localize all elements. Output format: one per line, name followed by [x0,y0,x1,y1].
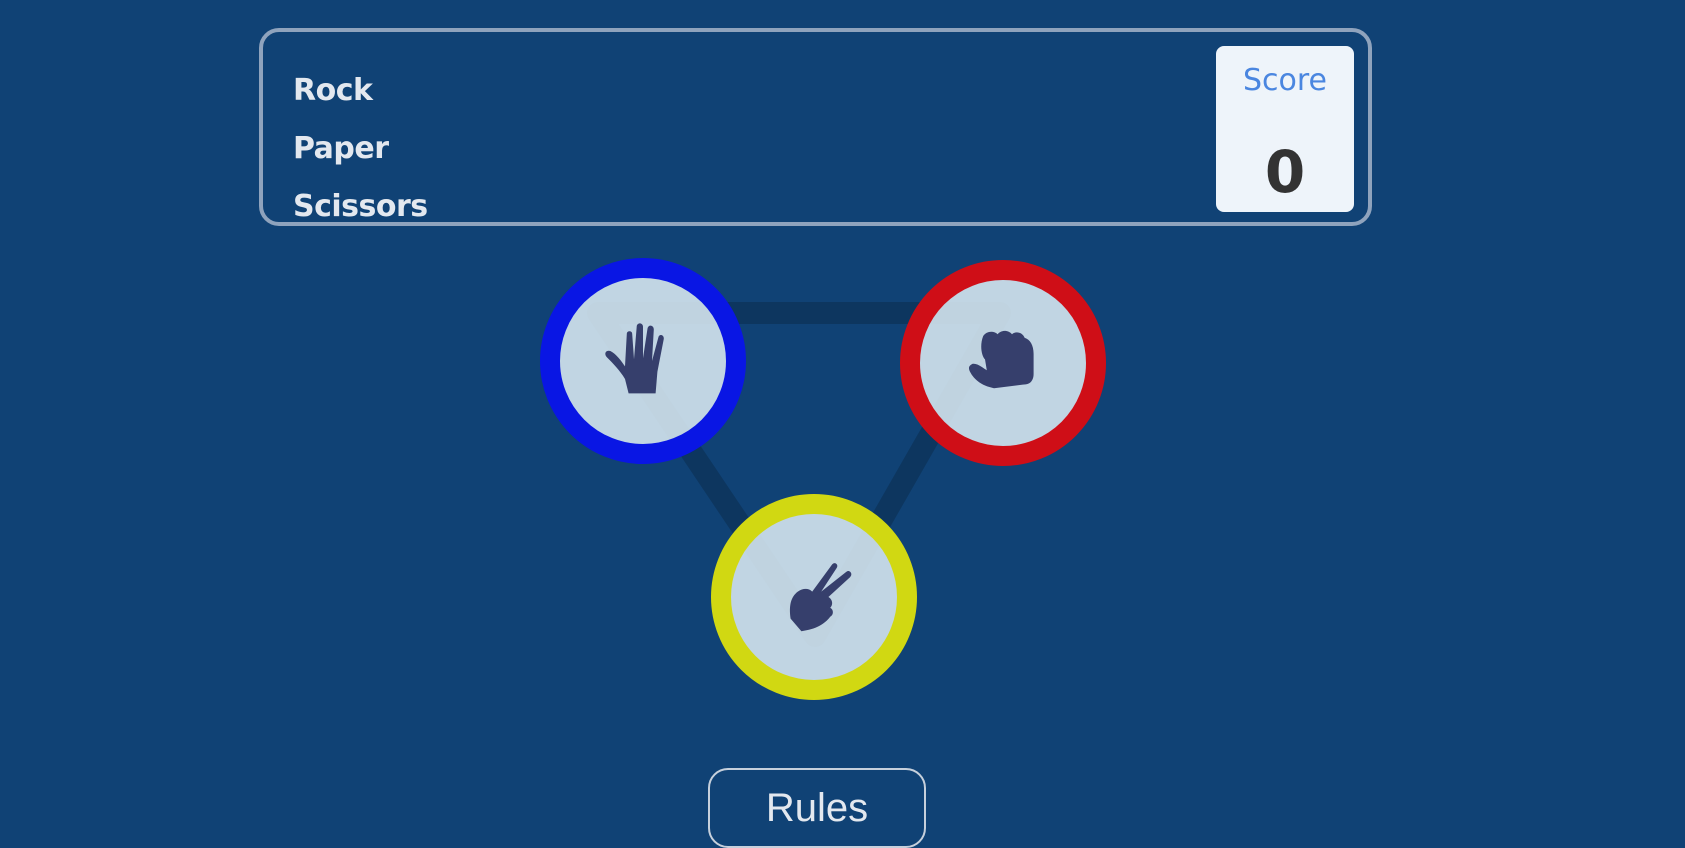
game-title: Rock Paper Scissors [293,62,428,236]
rules-button[interactable]: Rules [708,768,926,848]
paper-choice-button[interactable] [540,258,746,464]
scissors-choice-button[interactable] [711,494,917,700]
score-label: Score [1242,63,1328,98]
score-box: Score 0 [1216,46,1354,212]
scoreboard-header: Rock Paper Scissors Score 0 [259,28,1372,226]
title-rock: Rock [293,73,373,108]
title-paper: Paper [293,131,389,166]
scissors-hand-icon [789,563,852,632]
paper-hand-icon [605,323,664,394]
title-scissors: Scissors [293,189,428,224]
score-value: 0 [1264,138,1306,206]
rock-fist-icon [968,330,1034,389]
rock-choice-button[interactable] [900,260,1106,466]
